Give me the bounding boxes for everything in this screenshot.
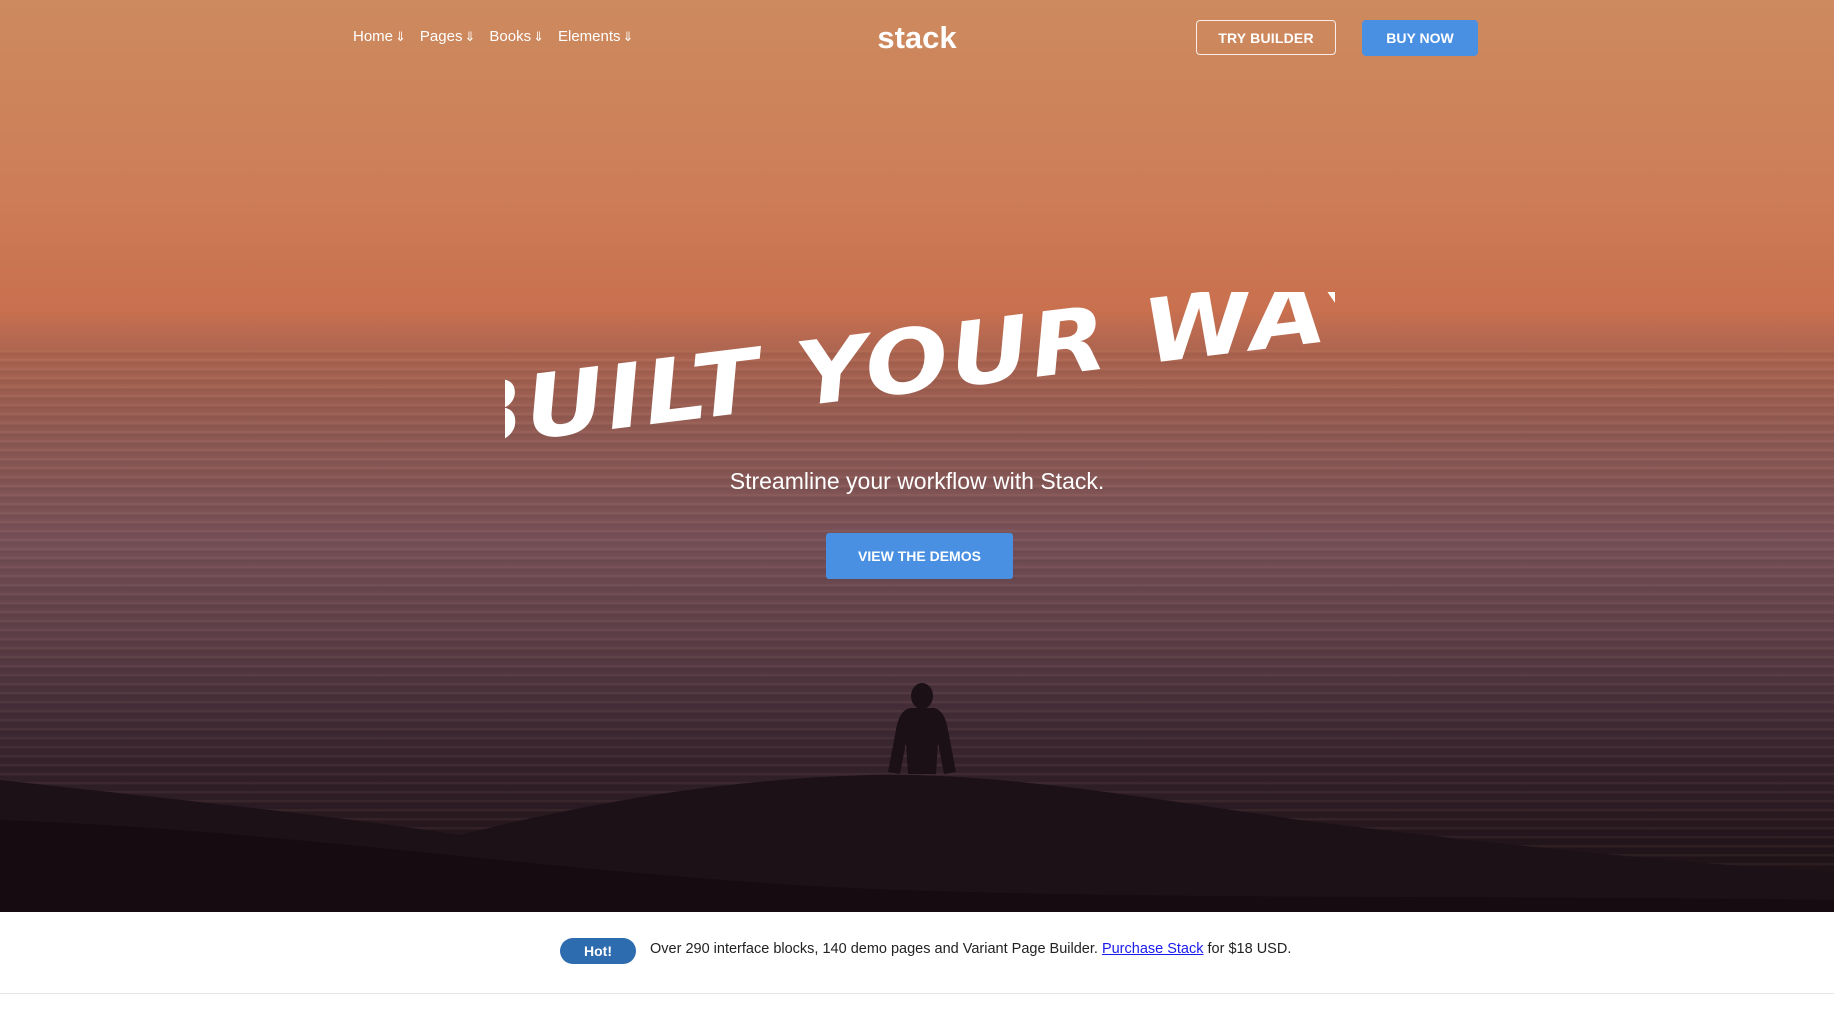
nav-item-label: Elements (557, 28, 621, 45)
notice-text-after: for $18 USD. (1207, 941, 1292, 957)
arrow-down-icon: ⇓ (464, 28, 476, 44)
view-demos-button[interactable]: VIEW THE DEMOS (826, 533, 1013, 579)
divider (0, 993, 1834, 994)
hero-headline-text: Built your way (505, 292, 1335, 452)
nav-item-label: Pages (419, 28, 463, 45)
purchase-stack-link[interactable]: Purchase Stack (1102, 941, 1204, 957)
nav-item-books[interactable]: Books ⇓ (489, 28, 544, 45)
arrow-down-icon: ⇓ (533, 28, 544, 44)
try-builder-button[interactable]: TRY BUILDER (1196, 20, 1336, 55)
nav-item-home[interactable]: Home ⇓ (353, 28, 406, 45)
nav-item-label: Home (353, 28, 394, 45)
nav-item-label: Books (489, 28, 532, 45)
main-nav: Home ⇓ Pages ⇓ Books ⇓ Elements ⇓ (353, 28, 633, 45)
foreground-wave (0, 774, 1834, 912)
notice-text-before: Over 290 interface blocks, 140 demo page… (650, 941, 1098, 957)
buy-now-button[interactable]: BUY NOW (1362, 20, 1478, 56)
nav-item-pages[interactable]: Pages ⇓ (420, 28, 475, 45)
surfer-silhouette (888, 683, 956, 774)
hero-tagline: Streamline your workflow with Stack. (729, 468, 1105, 494)
hero-headline: Built your way (505, 292, 1335, 452)
notice-text: Over 290 interface blocks, 140 demo page… (650, 941, 1291, 957)
nav-item-elements[interactable]: Elements ⇓ (558, 28, 633, 45)
logo[interactable]: stack (877, 20, 956, 55)
arrow-down-icon: ⇓ (622, 28, 634, 44)
hot-badge: Hot! (560, 938, 636, 964)
hero-section (0, 0, 1834, 912)
notice-bar (0, 912, 1834, 1013)
arrow-down-icon: ⇓ (395, 28, 406, 44)
